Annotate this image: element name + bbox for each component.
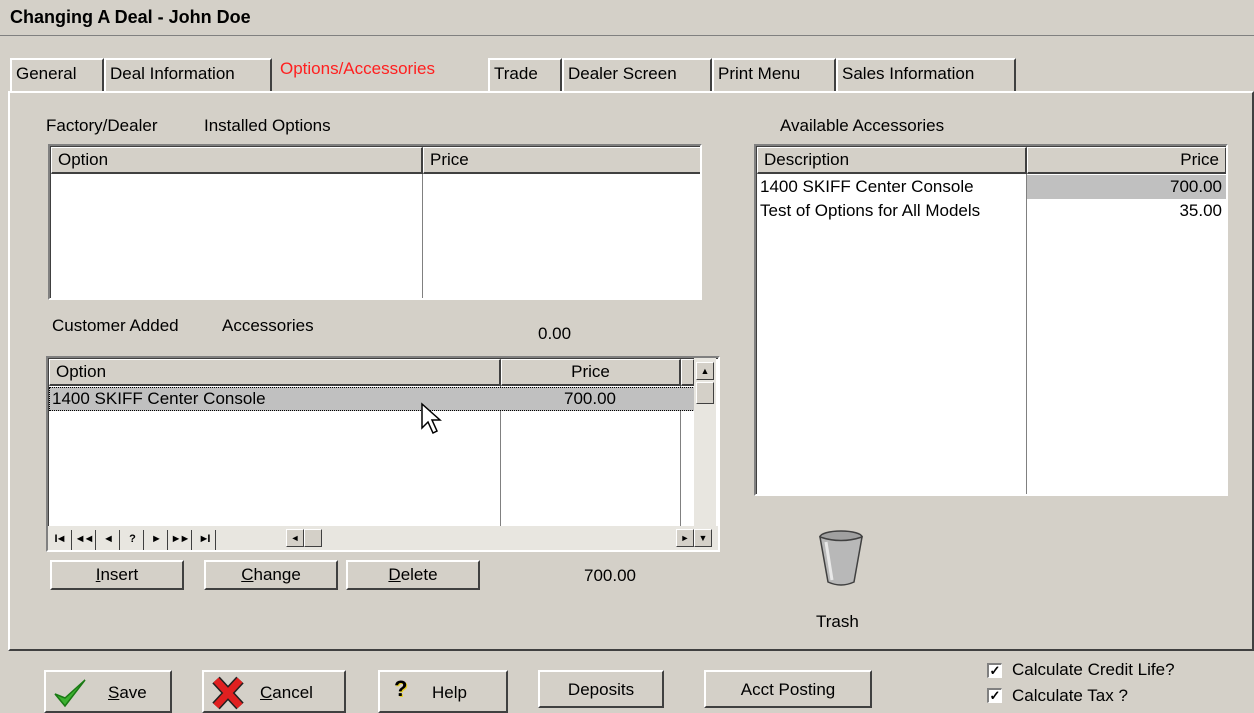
- calc-credit-life-label: Calculate Credit Life?: [1012, 660, 1175, 679]
- scroll-up-arrow-icon[interactable]: ▲: [696, 362, 714, 380]
- hscroll-thumb[interactable]: [304, 529, 322, 547]
- mouse-pointer-icon: [421, 402, 442, 435]
- calc-credit-life-checkbox[interactable]: ✓: [987, 663, 1002, 678]
- installed-col-price[interactable]: Price: [423, 147, 700, 174]
- acct-posting-button[interactable]: Acct Posting: [704, 670, 872, 708]
- question-mark-icon: ?: [394, 676, 408, 701]
- installed-label-left: Factory/Dealer: [46, 116, 158, 135]
- change-button[interactable]: Change: [204, 560, 338, 590]
- customer-col-price[interactable]: Price: [501, 359, 681, 386]
- calc-tax-label: Calculate Tax ?: [1012, 686, 1128, 705]
- red-x-icon: [212, 676, 244, 710]
- installed-options-grid[interactable]: Option Price: [48, 144, 702, 300]
- save-button[interactable]: Save: [44, 670, 172, 713]
- customer-label-right: Accessories: [222, 316, 314, 335]
- deposits-button[interactable]: Deposits: [538, 670, 664, 708]
- insert-label: nsert: [100, 565, 139, 584]
- save-mnemonic: S: [108, 683, 120, 702]
- calc-tax-checkbox[interactable]: ✓: [987, 688, 1002, 703]
- insert-button[interactable]: Insert: [50, 560, 184, 590]
- nav-first-icon[interactable]: I◄: [48, 530, 72, 550]
- window-titlebar: Changing A Deal - John Doe: [0, 0, 1254, 36]
- scroll-down-arrow-icon[interactable]: ▼: [694, 529, 712, 547]
- available-accessories-grid[interactable]: Description Price 1400 SKIFF Center Cons…: [754, 144, 1228, 496]
- help-label: Help: [432, 683, 467, 702]
- scroll-right-arrow-icon[interactable]: ►: [676, 529, 694, 547]
- customer-row-price[interactable]: 700.00: [501, 388, 679, 412]
- delete-button[interactable]: Delete: [346, 560, 480, 590]
- installed-label-right: Installed Options: [204, 116, 331, 135]
- available-row-desc[interactable]: 1400 SKIFF Center Console: [757, 176, 1025, 200]
- tab-general[interactable]: General: [10, 58, 104, 92]
- customer-total: 700.00: [584, 566, 636, 585]
- trash-label: Trash: [816, 612, 859, 631]
- change-mnemonic: C: [241, 565, 254, 584]
- record-navigator: I◄ ◄◄ ◄ ? ► ►► ►I: [48, 530, 216, 550]
- tab-options-accessories[interactable]: Options/Accessories: [276, 52, 488, 92]
- cancel-button[interactable]: Cancel: [202, 670, 346, 713]
- delete-label: elete: [400, 565, 438, 584]
- customer-label-left: Customer Added: [52, 316, 179, 335]
- cancel-mnemonic: C: [260, 683, 273, 702]
- cancel-label: ancel: [272, 683, 313, 702]
- tab-deal-information[interactable]: Deal Information: [104, 58, 272, 92]
- customer-col-extra[interactable]: [681, 359, 695, 386]
- save-label: ave: [119, 683, 147, 702]
- available-row-price[interactable]: 700.00: [1027, 176, 1225, 200]
- nav-prev-icon[interactable]: ◄: [96, 530, 120, 550]
- customer-vscrollbar[interactable]: ▲: [694, 358, 716, 526]
- available-label: Available Accessories: [780, 116, 945, 135]
- scroll-thumb[interactable]: [696, 382, 714, 404]
- column-divider: [422, 174, 423, 298]
- window-title: Changing A Deal - John Doe: [10, 7, 251, 27]
- delete-mnemonic: D: [388, 565, 401, 584]
- tab-strip: General Deal Information Options/Accesso…: [0, 52, 1254, 92]
- available-row-price[interactable]: 35.00: [1027, 200, 1225, 224]
- tab-dealer-screen[interactable]: Dealer Screen: [562, 58, 712, 92]
- scroll-left-arrow-icon[interactable]: ◄: [286, 529, 304, 547]
- installed-col-option[interactable]: Option: [51, 147, 423, 174]
- nav-help-icon[interactable]: ?: [120, 530, 144, 550]
- available-row-desc[interactable]: Test of Options for All Models: [757, 200, 1025, 224]
- nav-next-icon[interactable]: ►: [144, 530, 168, 550]
- available-col-description[interactable]: Description: [757, 147, 1027, 174]
- tab-trade[interactable]: Trade: [488, 58, 562, 92]
- customer-subtotal: 0.00: [538, 324, 572, 343]
- tab-sales-information[interactable]: Sales Information: [836, 58, 1016, 92]
- nav-next-page-icon[interactable]: ►►: [168, 530, 192, 550]
- checkmark-icon: [54, 679, 86, 708]
- nav-prev-page-icon[interactable]: ◄◄: [72, 530, 96, 550]
- customer-col-option[interactable]: Option: [49, 359, 501, 386]
- available-col-price[interactable]: Price: [1027, 147, 1226, 174]
- tab-print-menu[interactable]: Print Menu: [712, 58, 836, 92]
- help-button[interactable]: ? Help: [378, 670, 508, 713]
- nav-last-icon[interactable]: ►I: [192, 530, 216, 550]
- customer-accessories-grid[interactable]: Option Price 1400 SKIFF Center Console 7…: [46, 356, 720, 552]
- trash-icon[interactable]: [814, 528, 868, 588]
- change-label: hange: [253, 565, 301, 584]
